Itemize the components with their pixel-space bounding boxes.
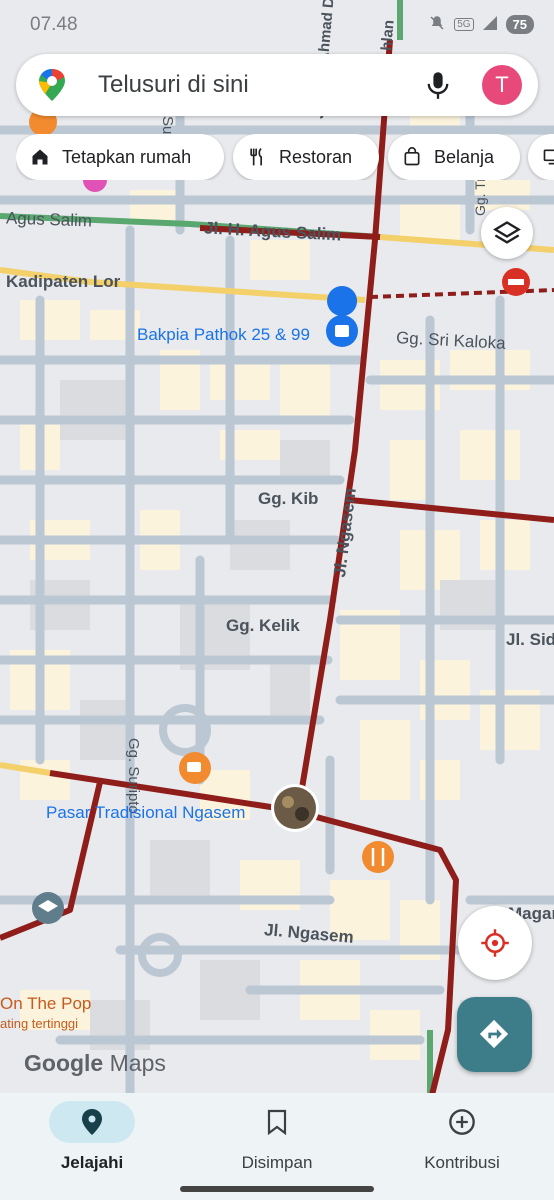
mic-icon[interactable] xyxy=(424,70,452,100)
logo-maps: Maps xyxy=(109,1050,166,1076)
layers-icon xyxy=(493,221,521,244)
chip-label: Restoran xyxy=(279,146,353,167)
battery-badge: 75 xyxy=(505,15,534,34)
signal-icon xyxy=(482,15,498,34)
google-maps-logo: Google Maps xyxy=(24,1050,166,1077)
poi-sublabel-rating: ating tertinggi xyxy=(0,1016,79,1031)
logo-google: Google xyxy=(24,1050,104,1076)
chip-set-home[interactable]: Tetapkan rumah xyxy=(16,134,224,180)
my-location-button[interactable] xyxy=(458,906,532,980)
add-circle-icon xyxy=(449,1109,475,1135)
avatar[interactable]: T xyxy=(482,65,522,105)
photo-marker-icon xyxy=(271,784,319,832)
chip-restaurant[interactable]: Restoran xyxy=(233,134,379,180)
chip-label: Tetapkan rumah xyxy=(62,146,192,167)
cafe-marker-icon xyxy=(179,752,211,784)
screen-icon xyxy=(543,149,554,165)
google-maps-pin-icon xyxy=(39,69,65,101)
directions-button[interactable] xyxy=(457,997,532,1072)
road-label-kib: Gg. Kib xyxy=(258,489,319,508)
road-label-jl-sid: Jl. Sid xyxy=(506,630,554,649)
restaurant-icon xyxy=(250,147,262,166)
no-entry-marker-icon xyxy=(502,268,530,296)
network-label: 5G xyxy=(454,18,474,31)
road-label-agus-salim-left: Agus Salim xyxy=(5,208,93,231)
explore-pin-icon xyxy=(82,1109,102,1135)
road-label-gg-top: Gg. Tr xyxy=(472,177,488,216)
nav-explore[interactable]: Jelajahi xyxy=(27,1101,157,1173)
bookmark-icon xyxy=(267,1109,287,1135)
layers-button[interactable] xyxy=(481,207,533,259)
directions-icon xyxy=(479,1019,509,1049)
shopping-bag-icon xyxy=(404,147,420,166)
mute-icon xyxy=(428,14,446,35)
location-target-icon xyxy=(481,929,509,957)
gesture-bar[interactable] xyxy=(180,1186,374,1192)
nav-explore-label: Jelajahi xyxy=(60,1153,124,1172)
poi-label-pasar[interactable]: Pasar Tradisional Ngasem xyxy=(46,803,245,823)
road-label-top-su: Su xyxy=(159,116,176,135)
chip-shopping[interactable]: Belanja xyxy=(388,134,520,180)
home-icon xyxy=(32,149,48,165)
road-label-kadipaten: Kadipaten Lor xyxy=(6,272,121,291)
category-chips: Tetapkan rumah Restoran Belanja xyxy=(16,134,554,180)
status-time: 07.48 xyxy=(30,14,78,35)
search-bar[interactable]: Telusuri di sini T xyxy=(16,54,538,116)
search-input[interactable]: Telusuri di sini xyxy=(98,71,249,99)
bottom-navigation: Jelajahi Disimpan Kontribusi xyxy=(0,1093,554,1200)
poi-label-on-the-pop[interactable]: On The Pop xyxy=(0,994,91,1014)
poi-label-bakpia[interactable]: Bakpia Pathok 25 & 99 xyxy=(137,325,310,345)
nav-saved-label: Disimpan xyxy=(241,1153,313,1172)
restaurant-marker-icon xyxy=(362,841,394,873)
status-bar: 07.48 5G 75 xyxy=(0,0,554,50)
nav-contribute[interactable]: Kontribusi xyxy=(397,1101,527,1173)
nav-saved[interactable]: Disimpan xyxy=(212,1101,342,1173)
nav-contribute-label: Kontribusi xyxy=(424,1153,500,1172)
chip-more[interactable] xyxy=(528,134,554,180)
chip-label: Belanja xyxy=(434,146,495,167)
school-marker-icon xyxy=(32,892,64,924)
road-label-kelik: Gg. Kelik xyxy=(226,616,300,635)
